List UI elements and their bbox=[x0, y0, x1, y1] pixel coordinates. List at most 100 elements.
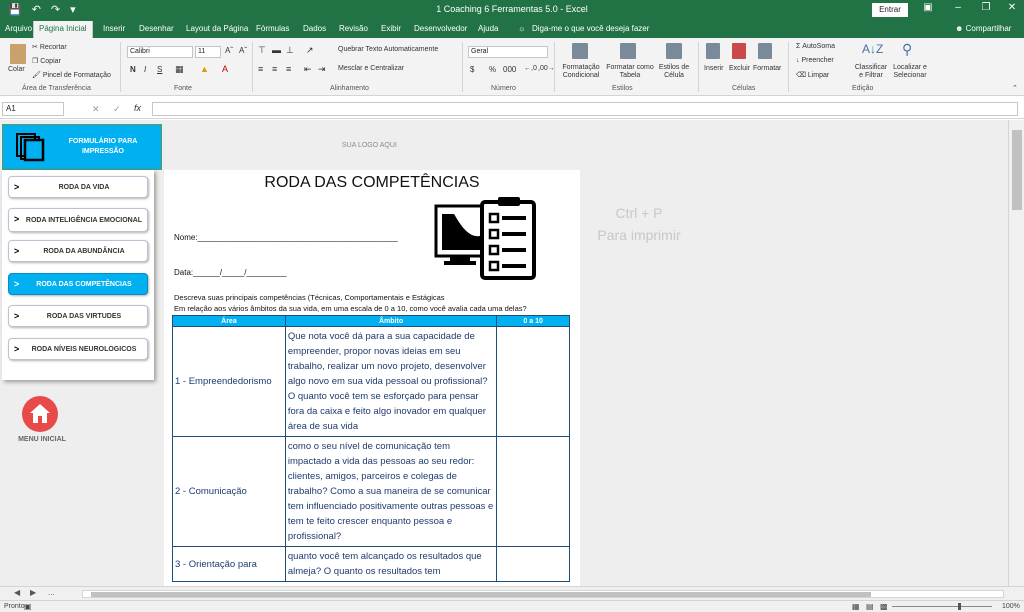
tab-desenhar[interactable]: Desenhar bbox=[139, 24, 174, 33]
align-top-icon[interactable]: ⊤ bbox=[258, 45, 266, 56]
form-header[interactable]: FORMULÁRIO PARA IMPRESSÃO bbox=[2, 124, 162, 170]
tab-arquivo[interactable]: Arquivo bbox=[5, 24, 32, 33]
menu-item-roda-das-competencias[interactable]: > RODA DAS COMPETÊNCIAS bbox=[8, 273, 148, 295]
name-box[interactable]: A1 bbox=[2, 102, 64, 116]
font-name-select[interactable]: Calibri bbox=[127, 46, 193, 58]
tab-pagina-inicial[interactable]: Página Inicial bbox=[33, 21, 93, 38]
clear-button[interactable]: ⌫ Limpar bbox=[796, 71, 829, 79]
scroll-tabs-left-icon[interactable]: ◀ bbox=[14, 588, 20, 597]
home-button[interactable] bbox=[22, 396, 58, 432]
menu-item-roda-niveis-neurologicos[interactable]: > RODA NÍVEIS NEUROLOGICOS bbox=[8, 338, 148, 360]
indent-increase-icon[interactable]: ⇥ bbox=[318, 64, 326, 75]
collapse-ribbon-icon[interactable]: ⌃ bbox=[1012, 84, 1018, 92]
indent-decrease-icon[interactable]: ⇤ bbox=[304, 64, 312, 75]
border-icon[interactable]: ▦ bbox=[175, 64, 184, 75]
more-sheets-icon[interactable]: ... bbox=[48, 588, 55, 597]
menu-item-roda-da-vida[interactable]: > RODA DA VIDA bbox=[8, 176, 148, 198]
menu-item-roda-da-abundancia[interactable]: > RODA DA ABUNDÂNCIA bbox=[8, 240, 148, 262]
scroll-tabs-right-icon[interactable]: ▶ bbox=[30, 588, 36, 597]
paste-button[interactable]: Colar bbox=[8, 66, 25, 73]
sort-filter-button[interactable]: Classificar e Filtrar bbox=[852, 64, 890, 80]
tab-inserir[interactable]: Inserir bbox=[103, 24, 125, 33]
conditional-format-icon[interactable] bbox=[572, 43, 588, 59]
horizontal-scroll-thumb[interactable] bbox=[91, 592, 871, 597]
insert-function-icon[interactable]: fx bbox=[134, 103, 141, 113]
increase-font-icon[interactable]: Aˆ bbox=[225, 46, 233, 55]
conditional-format-button[interactable]: Formatação Condicional bbox=[560, 64, 602, 80]
merge-center-button[interactable]: Mesclar e Centralizar bbox=[338, 65, 404, 72]
tell-me-search[interactable]: Diga-me o que você deseja fazer bbox=[532, 24, 649, 33]
delete-cells-icon[interactable] bbox=[732, 43, 746, 59]
bold-button[interactable]: N bbox=[130, 65, 136, 74]
find-select-button[interactable]: Localizar e Selecionar bbox=[890, 64, 930, 80]
decrease-decimal-icon[interactable]: ,00→ bbox=[538, 65, 555, 72]
italic-button[interactable]: I bbox=[144, 65, 146, 74]
row-score[interactable] bbox=[496, 546, 570, 582]
align-right-icon[interactable]: ≡ bbox=[286, 64, 291, 74]
zoom-level[interactable]: 100% bbox=[1002, 603, 1020, 610]
page-break-view-icon[interactable]: ▩ bbox=[880, 602, 888, 611]
tab-layout[interactable]: Layout da Página bbox=[186, 24, 248, 33]
sort-filter-icon[interactable]: A↓Z bbox=[862, 42, 883, 56]
tab-desenvolvedor[interactable]: Desenvolvedor bbox=[414, 24, 467, 33]
align-center-icon[interactable]: ≡ bbox=[272, 64, 277, 74]
underline-button[interactable]: S bbox=[157, 65, 162, 74]
tab-dados[interactable]: Dados bbox=[303, 24, 326, 33]
menu-item-roda-das-virtudes[interactable]: > RODA DAS VIRTUDES bbox=[8, 305, 148, 327]
row-score[interactable] bbox=[496, 326, 570, 437]
wrap-text-button[interactable]: Quebrar Texto Automaticamente bbox=[338, 46, 438, 53]
find-select-icon[interactable]: ⚲ bbox=[902, 41, 912, 58]
sheet-area[interactable]: FORMULÁRIO PARA IMPRESSÃO > RODA DA VIDA… bbox=[0, 120, 1008, 586]
align-left-icon[interactable]: ≡ bbox=[258, 64, 263, 74]
format-table-icon[interactable] bbox=[620, 43, 636, 59]
format-cells-button[interactable]: Formatar bbox=[753, 65, 781, 72]
signin-button[interactable]: Entrar bbox=[872, 3, 908, 17]
cell-styles-icon[interactable] bbox=[666, 43, 682, 59]
row-score[interactable] bbox=[496, 436, 570, 547]
fill-button[interactable]: ↓ Preencher bbox=[796, 57, 834, 64]
confirm-entry-icon[interactable]: ✓ bbox=[113, 104, 121, 115]
orientation-icon[interactable]: ↗ bbox=[306, 45, 314, 56]
vertical-scroll-thumb[interactable] bbox=[1012, 130, 1022, 210]
delete-cells-button[interactable]: Excluir bbox=[729, 65, 750, 72]
close-icon[interactable]: ✕ bbox=[1004, 2, 1020, 13]
tab-exibir[interactable]: Exibir bbox=[381, 24, 401, 33]
share-button[interactable]: ☻ Compartilhar bbox=[955, 24, 1011, 33]
align-middle-icon[interactable]: ▬ bbox=[272, 45, 281, 55]
tab-formulas[interactable]: Fórmulas bbox=[256, 24, 289, 33]
font-color-icon[interactable]: A bbox=[222, 64, 228, 74]
restore-icon[interactable]: ❐ bbox=[978, 2, 994, 13]
font-size-select[interactable]: 11 bbox=[195, 46, 221, 58]
cell-styles-button[interactable]: Estilos de Célula bbox=[657, 64, 691, 80]
currency-icon[interactable]: $ bbox=[470, 65, 474, 74]
autosum-button[interactable]: Σ AutoSoma bbox=[796, 43, 835, 50]
copy-button[interactable]: ❐ Copiar bbox=[32, 57, 61, 65]
align-bottom-icon[interactable]: ⊥ bbox=[286, 45, 294, 56]
cancel-entry-icon[interactable]: ✕ bbox=[92, 104, 100, 115]
format-painter-button[interactable]: 🖌 Pincel de Formatação bbox=[32, 71, 111, 79]
tab-ajuda[interactable]: Ajuda bbox=[478, 24, 498, 33]
fill-color-icon[interactable]: ▲ bbox=[200, 64, 209, 74]
format-table-button[interactable]: Formatar como Tabela bbox=[605, 64, 655, 80]
macro-record-icon[interactable]: ▣ bbox=[24, 602, 32, 611]
comma-style-icon[interactable]: 000 bbox=[503, 65, 516, 74]
zoom-slider-knob[interactable] bbox=[958, 603, 961, 610]
cut-button[interactable]: ✂ Recortar bbox=[32, 43, 67, 51]
menu-item-roda-inteligencia-emocional[interactable]: > RODA INTELIGÊNCIA EMOCIONAL bbox=[8, 208, 148, 232]
page-layout-view-icon[interactable]: ▤ bbox=[866, 602, 874, 611]
insert-cells-icon[interactable] bbox=[706, 43, 720, 59]
decrease-font-icon[interactable]: Aˇ bbox=[239, 46, 247, 55]
vertical-scrollbar[interactable] bbox=[1008, 120, 1024, 586]
ribbon-display-icon[interactable]: ▣ bbox=[920, 2, 936, 13]
paste-icon[interactable] bbox=[10, 44, 26, 64]
formula-input[interactable] bbox=[152, 102, 1018, 116]
normal-view-icon[interactable]: ▦ bbox=[852, 602, 860, 611]
tab-revisao[interactable]: Revisão bbox=[339, 24, 368, 33]
zoom-slider[interactable] bbox=[892, 606, 992, 607]
insert-cells-button[interactable]: Inserir bbox=[704, 65, 723, 72]
increase-decimal-icon[interactable]: ←,0 bbox=[524, 65, 537, 72]
format-cells-icon[interactable] bbox=[758, 43, 772, 59]
horizontal-scrollbar[interactable] bbox=[82, 590, 1004, 598]
minimize-icon[interactable]: – bbox=[950, 2, 966, 13]
number-format-select[interactable]: Geral bbox=[468, 46, 548, 58]
